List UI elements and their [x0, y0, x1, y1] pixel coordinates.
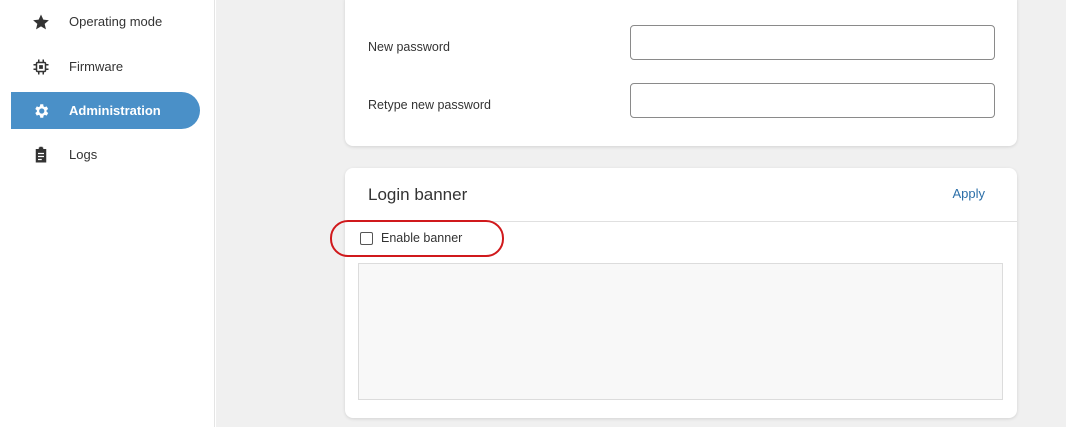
- clipboard-icon: [29, 143, 53, 167]
- apply-button[interactable]: Apply: [952, 186, 985, 201]
- sidebar-item-label: Administration: [69, 103, 161, 118]
- login-banner-title: Login banner: [368, 185, 468, 204]
- divider: [345, 221, 1017, 222]
- new-password-field[interactable]: [630, 25, 995, 60]
- new-password-label: New password: [368, 40, 450, 54]
- enable-banner-checkbox[interactable]: Enable banner: [360, 230, 462, 246]
- sidebar-item-label: Operating mode: [69, 14, 163, 29]
- password-card: New password Retype new password: [345, 0, 1017, 146]
- sidebar-item-operating-mode[interactable]: Operating mode: [11, 3, 200, 40]
- scrollbar[interactable]: [1060, 0, 1066, 427]
- sidebar-item-label: Firmware: [69, 59, 124, 74]
- login-banner-card: Login banner Apply Enable banner: [345, 168, 1017, 418]
- main-content: New password Retype new password Login b…: [216, 0, 1066, 427]
- retype-password-field[interactable]: [630, 83, 995, 118]
- retype-password-label: Retype new password: [368, 98, 491, 112]
- enable-banner-label: Enable banner: [381, 231, 463, 245]
- sidebar-item-firmware[interactable]: Firmware: [11, 48, 200, 85]
- checkbox-icon[interactable]: [360, 231, 373, 245]
- sidebar-item-logs[interactable]: Logs: [11, 136, 200, 173]
- sidebar-item-administration[interactable]: Administration: [11, 92, 200, 129]
- app-root: Operating mode Firmware Administration L…: [0, 0, 1066, 427]
- chip-icon: [29, 55, 53, 79]
- sidebar-item-label: Logs: [69, 147, 98, 162]
- gear-icon: [29, 99, 53, 123]
- banner-text-field[interactable]: [358, 263, 1003, 400]
- star-icon: [29, 10, 53, 34]
- sidebar: Operating mode Firmware Administration L…: [0, 0, 215, 427]
